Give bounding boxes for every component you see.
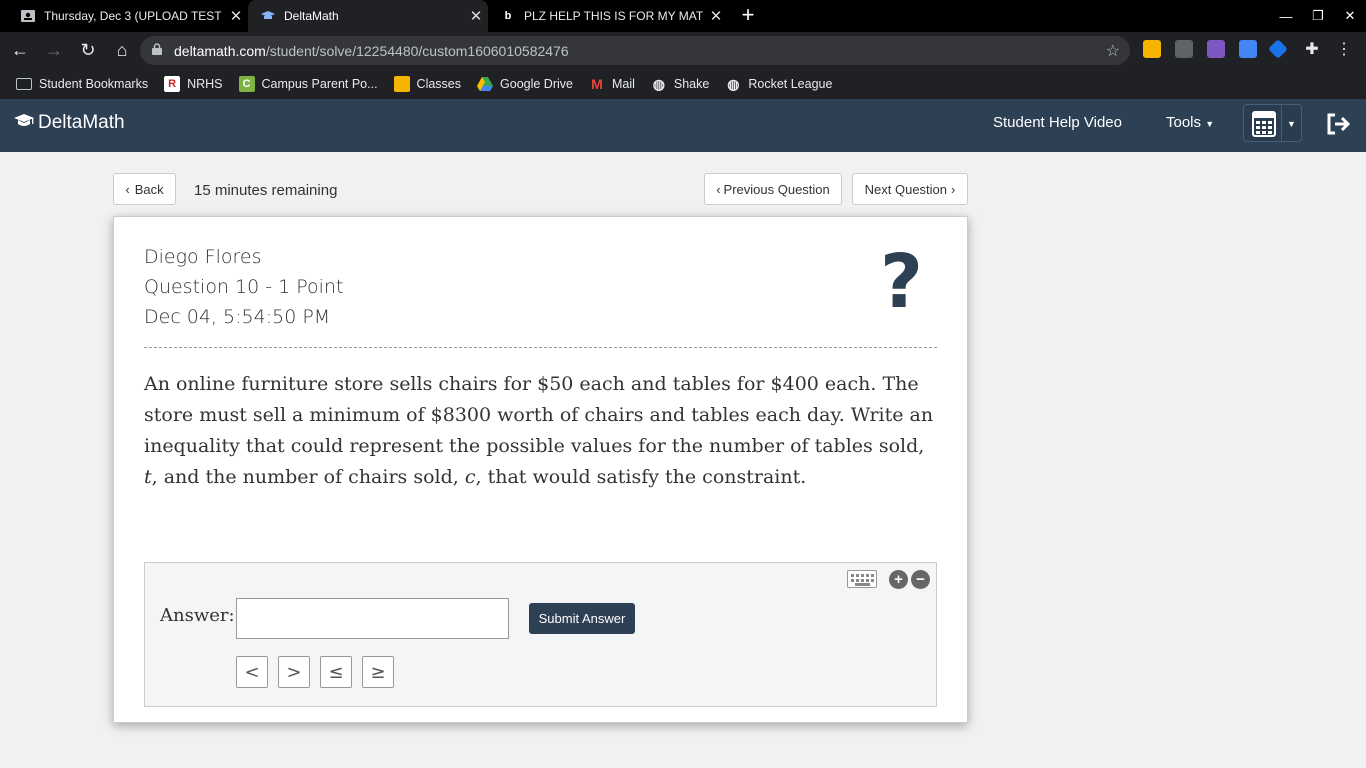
chevron-left-icon: ‹ <box>125 181 130 197</box>
drive-icon <box>477 76 494 92</box>
reload-icon[interactable]: ↻ <box>74 37 102 65</box>
globe-icon: ◍ <box>727 75 740 92</box>
close-icon[interactable]: ✕ <box>464 7 488 25</box>
divider <box>144 347 937 348</box>
bookmark-mail[interactable]: M Mail <box>589 76 635 92</box>
time-remaining: 15 minutes remaining <box>194 182 338 199</box>
tab-deltamath[interactable]: DeltaMath ✕ <box>248 0 488 32</box>
variable-c: c <box>464 466 476 488</box>
zoom-out-icon[interactable]: − <box>911 570 930 589</box>
back-arrow-icon[interactable]: ← <box>6 37 34 65</box>
classroom-extension-icon[interactable] <box>1143 40 1161 58</box>
calculator-button[interactable]: ▼ <box>1243 104 1302 142</box>
tab-title: PLZ HELP THIS IS FOR MY MATH <box>524 9 704 23</box>
campus-icon: C <box>238 76 255 92</box>
browser-toolbar: ← → ↻ ⌂ deltamath.com/student/solve/1225… <box>0 32 1366 69</box>
submit-answer-button[interactable]: Submit Answer <box>529 603 635 634</box>
home-icon[interactable]: ⌂ <box>108 37 136 65</box>
tab-brainly[interactable]: b PLZ HELP THIS IS FOR MY MATH ✕ <box>488 0 728 32</box>
close-window-icon[interactable]: ✕ <box>1334 0 1366 32</box>
less-than-or-equal-button[interactable]: ≤ <box>320 656 352 688</box>
tools-dropdown[interactable]: Tools ▼ <box>1166 114 1214 131</box>
bookmark-campus-parent[interactable]: C Campus Parent Po... <box>238 76 378 92</box>
classroom-icon <box>393 76 410 92</box>
bookmark-nrhs[interactable]: R NRHS <box>164 76 223 92</box>
tab-title: Thursday, Dec 3 (UPLOAD TEST <box>44 9 222 23</box>
close-icon[interactable]: ✕ <box>704 7 728 25</box>
app-navbar: DeltaMath Student Help Video Tools ▼ ▼ <box>0 99 1366 152</box>
globe-icon: ◍ <box>652 75 665 92</box>
bookmarks-bar: Student Bookmarks R NRHS C Campus Parent P… <box>0 69 1366 99</box>
address-bar[interactable]: deltamath.com/student/solve/12254480/cus… <box>140 36 1130 65</box>
bookmark-shake[interactable]: ◍ Shake <box>651 75 710 92</box>
extension-icon[interactable] <box>1175 40 1193 58</box>
student-name: Diego Flores <box>144 246 262 268</box>
help-question-icon[interactable]: ? <box>880 245 923 319</box>
chevron-left-icon: ‹ <box>716 181 721 197</box>
extension-icon[interactable] <box>1207 40 1225 58</box>
student-help-video-link[interactable]: Student Help Video <box>993 114 1122 131</box>
bookmark-student-bookmarks[interactable]: Student Bookmarks <box>16 77 148 91</box>
keyboard-icon[interactable] <box>847 570 877 588</box>
divider <box>1281 105 1282 141</box>
greater-than-or-equal-button[interactable]: ≥ <box>362 656 394 688</box>
caret-down-icon: ▼ <box>1205 119 1215 129</box>
puzzle-icon[interactable]: ✚ <box>1303 40 1321 58</box>
minimize-icon[interactable]: — <box>1270 0 1302 32</box>
extension-icon[interactable] <box>1239 40 1257 58</box>
lock-icon <box>152 43 164 58</box>
brand-name: DeltaMath <box>38 112 125 133</box>
close-icon[interactable]: ✕ <box>224 7 248 25</box>
answer-input[interactable] <box>236 598 509 639</box>
question-header: Diego Flores Question 10 - 1 Point Dec 0… <box>144 242 343 332</box>
chevron-right-icon: › <box>951 181 956 197</box>
question-card: Diego Flores Question 10 - 1 Point Dec 0… <box>113 216 968 723</box>
url-text: deltamath.com/student/solve/12254480/cus… <box>174 43 569 59</box>
variable-t: t <box>144 466 152 488</box>
zoom-in-icon[interactable]: + <box>889 570 908 589</box>
bookmark-rocket-league[interactable]: ◍ Rocket League <box>725 76 832 92</box>
bookmark-classes[interactable]: Classes <box>393 76 461 92</box>
previous-question-button[interactable]: ‹ Previous Question <box>704 173 842 205</box>
nrhs-icon: R <box>164 76 181 92</box>
kebab-menu-icon[interactable]: ⋮ <box>1335 40 1353 58</box>
forward-arrow-icon[interactable]: → <box>40 37 68 65</box>
logout-icon[interactable] <box>1326 113 1351 141</box>
restore-icon[interactable]: ❐ <box>1302 0 1334 32</box>
back-button[interactable]: ‹ Back <box>113 173 176 205</box>
brand-logo[interactable]: DeltaMath <box>14 112 125 134</box>
graduation-cap-icon <box>14 113 34 134</box>
deltamath-icon <box>260 8 276 24</box>
next-question-button[interactable]: Next Question › <box>852 173 968 205</box>
answer-label: Answer: <box>160 605 235 626</box>
question-date: Dec 04, 5:54:50 PM <box>144 306 331 328</box>
question-number: Question 10 - 1 Point <box>144 276 344 298</box>
bookmark-star-icon[interactable]: ☆ <box>1106 41 1120 61</box>
greater-than-button[interactable]: > <box>278 656 310 688</box>
extension-icon[interactable] <box>1268 39 1288 59</box>
calculator-icon <box>1252 111 1276 137</box>
problem-text: An online furniture store sells chairs f… <box>144 373 934 488</box>
brainly-icon: b <box>504 10 512 22</box>
new-tab-button[interactable]: + <box>736 4 760 28</box>
bookmark-google-drive[interactable]: Google Drive <box>477 76 573 92</box>
url-path: /student/solve/12254480/custom1606010582… <box>265 42 569 59</box>
folder-icon <box>16 78 32 90</box>
caret-down-icon[interactable]: ▼ <box>1287 119 1296 129</box>
less-than-button[interactable]: < <box>236 656 268 688</box>
answer-area: + − Answer: Submit Answer < > ≤ ≥ <box>144 562 937 707</box>
tab-strip: Thursday, Dec 3 (UPLOAD TEST ✕ DeltaMath… <box>0 0 1366 32</box>
tab-title: DeltaMath <box>284 9 339 23</box>
classroom-icon <box>20 8 36 24</box>
gmail-icon: M <box>591 76 603 92</box>
url-host: deltamath.com <box>174 42 266 59</box>
tab-classroom[interactable]: Thursday, Dec 3 (UPLOAD TEST ✕ <box>8 0 248 32</box>
